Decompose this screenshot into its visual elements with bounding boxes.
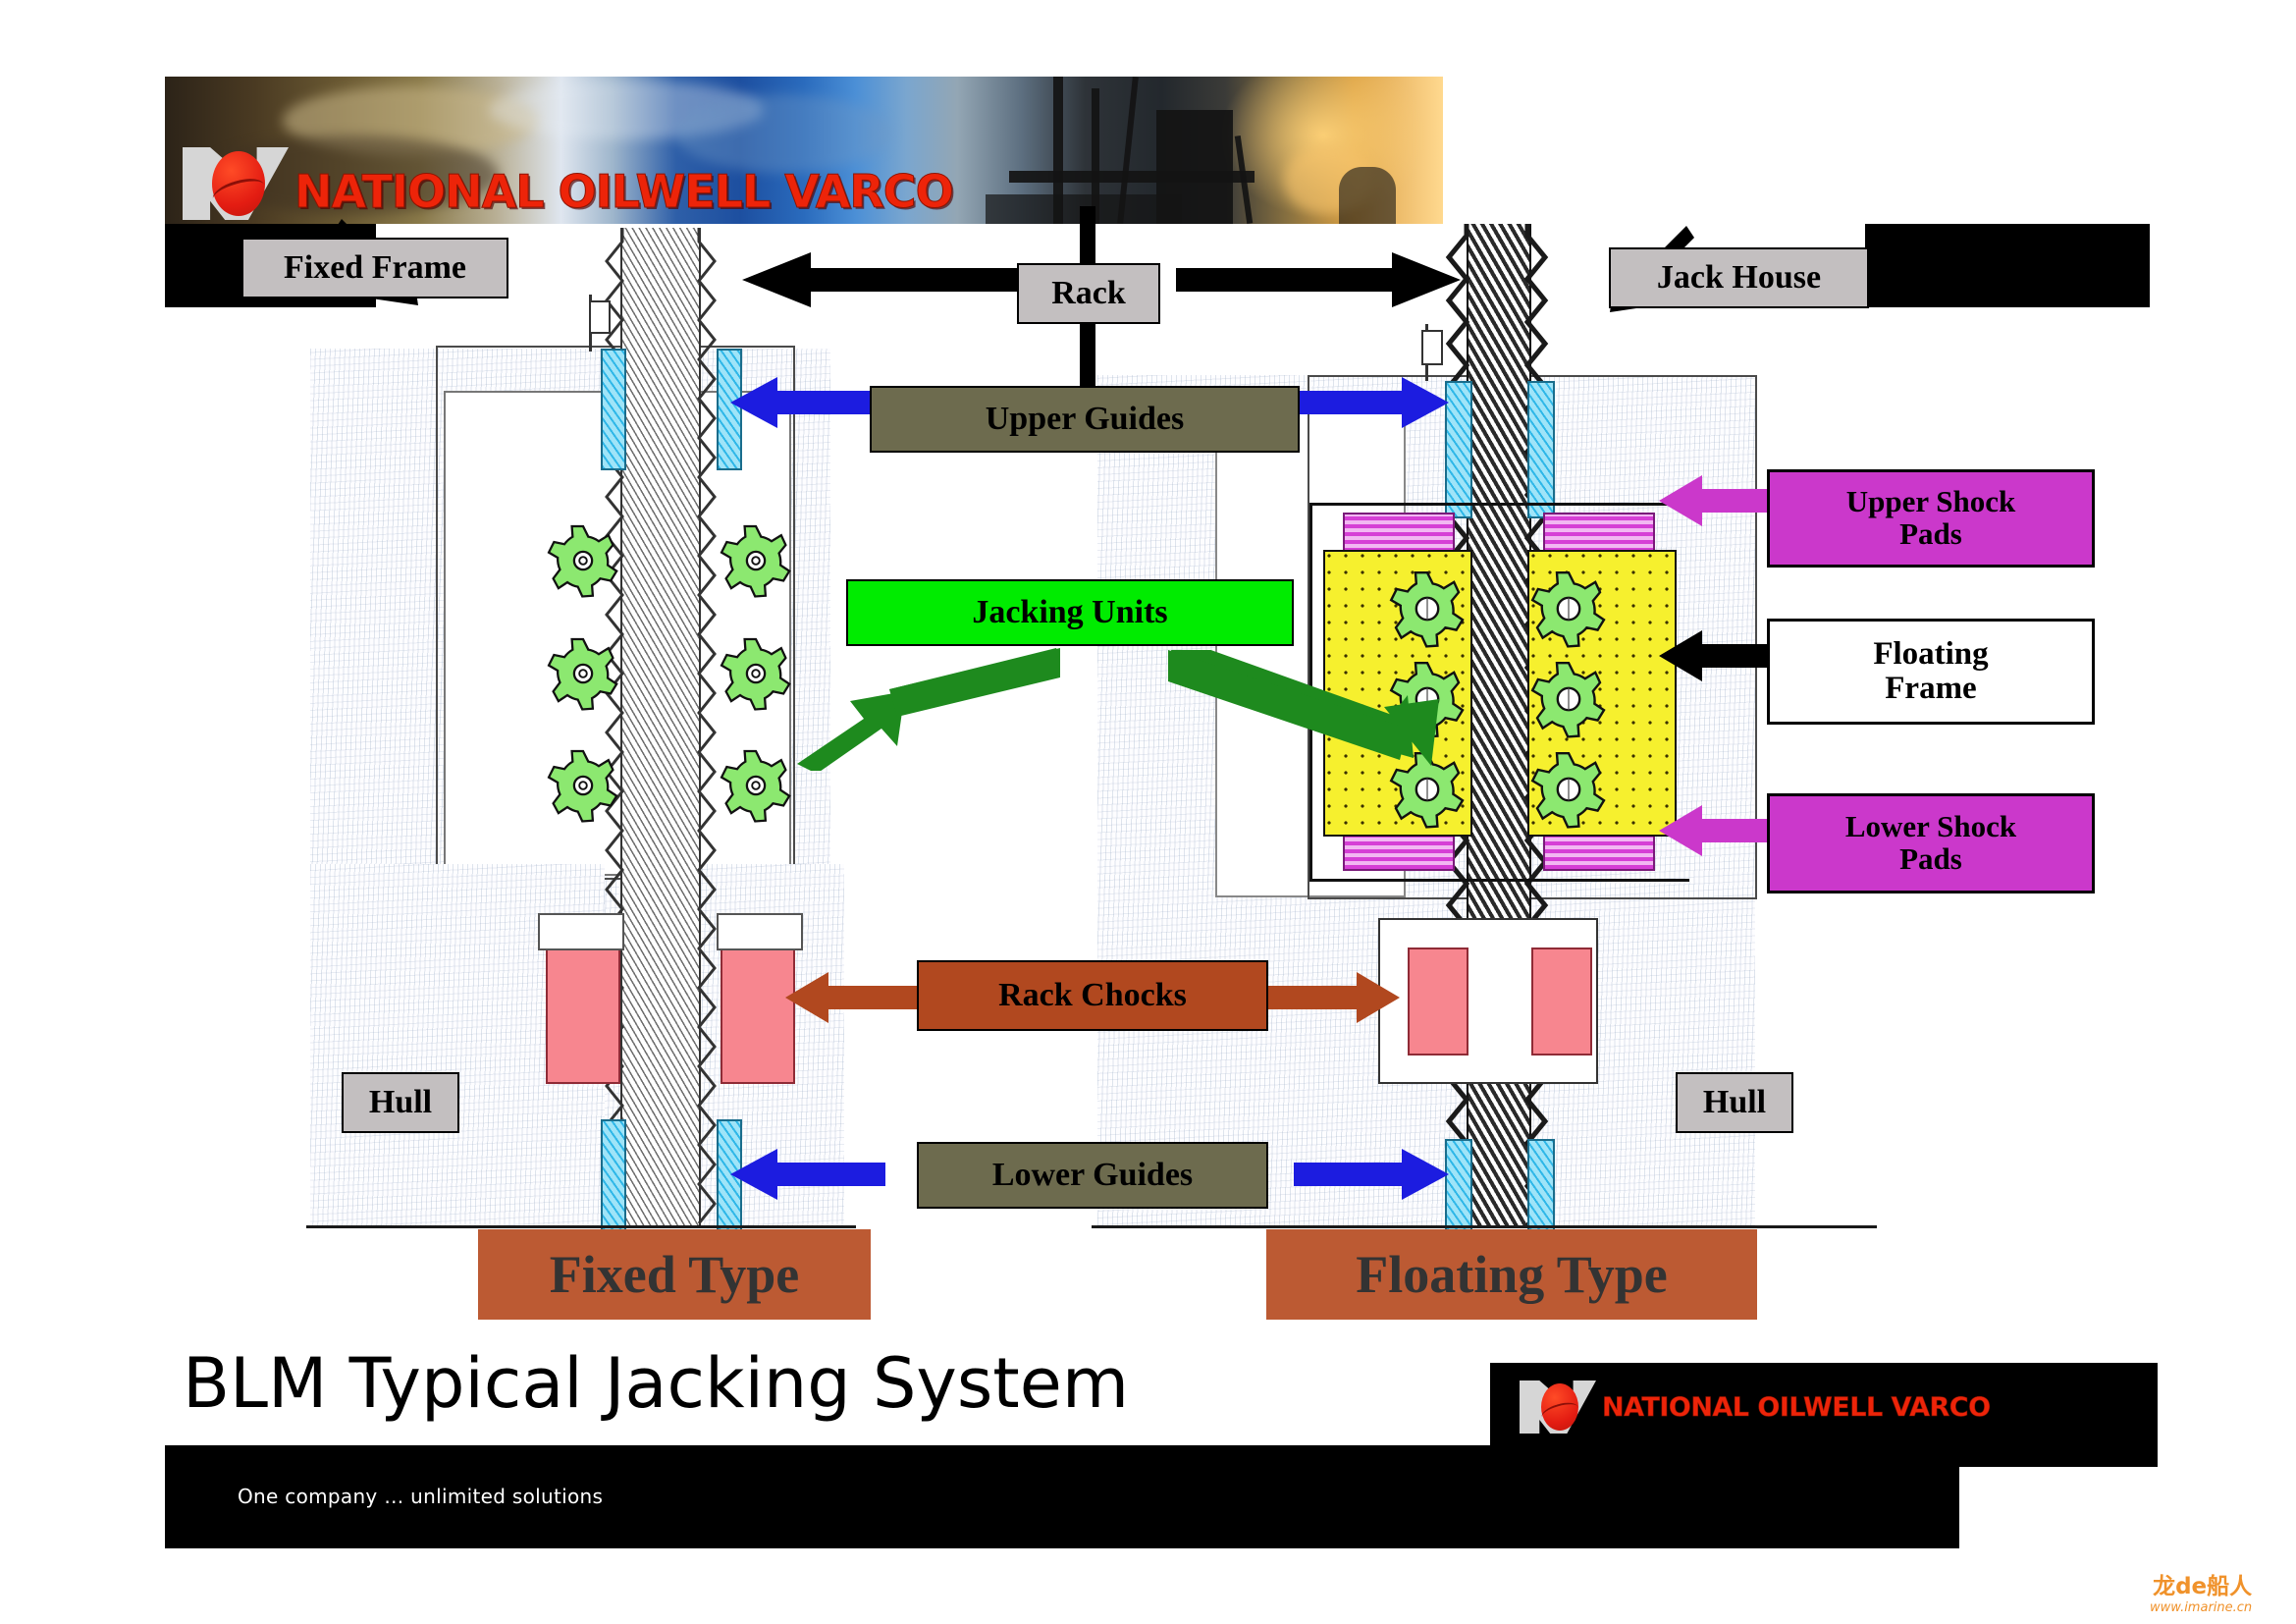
label-floating-frame-line1: Floating [1873, 636, 1989, 673]
rack-arrow-left [742, 252, 1027, 307]
floating-upper-guide-left [1445, 381, 1472, 518]
rack-chocks-arrow-right [1260, 972, 1400, 1023]
header-banner: NATIONAL OILWELL VARCO [165, 77, 1443, 224]
black-backdrop-right [1865, 224, 2150, 307]
banner-fixed-type: Fixed Type [478, 1229, 871, 1320]
gear-fixed-l3 [547, 749, 618, 823]
label-fixed-frame[interactable]: Fixed Frame [241, 238, 508, 298]
lower-shock-pads-arrow [1659, 805, 1777, 856]
nov-logo-header: NATIONAL OILWELL VARCO [183, 139, 955, 220]
label-floating-frame[interactable]: Floating Frame [1767, 619, 2095, 725]
label-rack-chocks[interactable]: Rack Chocks [917, 960, 1268, 1031]
label-jacking-units-text: Jacking Units [972, 593, 1168, 630]
label-hull-right[interactable]: Hull [1676, 1072, 1793, 1133]
label-jack-house-text: Jack House [1656, 258, 1822, 296]
label-fixed-frame-text: Fixed Frame [284, 248, 466, 286]
nov-logo-footer: NATIONAL OILWELL VARCO [1520, 1375, 1991, 1439]
banner-fixed-type-text: Fixed Type [549, 1245, 800, 1304]
fixed-upper-guide-left [601, 349, 626, 470]
label-rack[interactable]: Rack [1017, 263, 1160, 324]
upper-shock-pads-arrow [1659, 475, 1777, 526]
gear-fixed-l1 [547, 524, 618, 598]
banner-floating-type: Floating Type [1266, 1229, 1757, 1320]
label-jack-house[interactable]: Jack House [1609, 247, 1869, 308]
label-lower-guides-text: Lower Guides [991, 1156, 1194, 1193]
gear-fixed-l2 [547, 637, 618, 711]
page-title: BLM Typical Jacking System [183, 1343, 1130, 1424]
label-hull-right-text: Hull [1702, 1083, 1767, 1120]
label-floating-frame-line2: Frame [1885, 671, 1977, 706]
label-upper-guides[interactable]: Upper Guides [870, 386, 1300, 453]
gear-fixed-r1 [720, 524, 791, 598]
jacking-units-arrow-left [797, 648, 1060, 771]
gear-float-r2 [1530, 662, 1606, 738]
nov-globe-logo-footer-icon [1520, 1380, 1596, 1434]
rack-chocks-arrow-left [785, 972, 925, 1023]
label-upper-guides-text: Upper Guides [985, 400, 1185, 437]
label-upper-shock-pads-line2: Pads [1899, 516, 1962, 551]
footer-tagline: One company … unlimited solutions [238, 1485, 604, 1508]
gear-fixed-r3 [720, 749, 791, 823]
nov-globe-logo-icon [183, 147, 289, 220]
label-lower-shock-pads-line1: Lower Shock [1844, 809, 2017, 844]
watermark-url: www.imarine.cn [2150, 1600, 2253, 1615]
label-rack-chocks-text: Rack Chocks [998, 976, 1187, 1013]
floating-rack-chock-left [1408, 947, 1468, 1056]
label-hull-left[interactable]: Hull [342, 1072, 459, 1133]
nov-wordmark: NATIONAL OILWELL VARCO [294, 165, 955, 218]
label-rack-text: Rack [1051, 274, 1126, 311]
fixed-rack-chock-left [546, 943, 620, 1084]
jacking-units-arrow-right [1168, 650, 1439, 766]
rack-stem-bottom [1080, 316, 1095, 387]
fixed-rack-chock-right [721, 943, 795, 1084]
rack-arrow-right [1176, 252, 1461, 307]
floating-lower-guide-left [1445, 1139, 1472, 1231]
floating-frame-arrow [1659, 630, 1777, 681]
lower-guides-arrow-right [1294, 1149, 1449, 1200]
gear-fixed-r2 [720, 637, 791, 711]
label-upper-shock-pads-line1: Upper Shock [1845, 484, 2016, 519]
nov-wordmark-footer: NATIONAL OILWELL VARCO [1602, 1391, 1992, 1423]
label-lower-shock-pads-line2: Pads [1899, 841, 1962, 876]
gear-float-l1 [1389, 571, 1465, 648]
floating-hull-deck-line [1092, 1225, 1877, 1228]
fixed-chock-housing-right [717, 913, 803, 950]
banner-floating-type-text: Floating Type [1356, 1245, 1668, 1304]
label-lower-guides[interactable]: Lower Guides [917, 1142, 1268, 1209]
fixed-chock-housing-left [538, 913, 624, 950]
rack-stem-top [1080, 206, 1095, 265]
label-upper-shock-pads[interactable]: Upper Shock Pads [1767, 469, 2095, 568]
upper-guides-arrow-right [1294, 377, 1449, 428]
label-lower-shock-pads[interactable]: Lower Shock Pads [1767, 793, 2095, 893]
watermark: 龙de船人 www.imarine.cn [2150, 1567, 2252, 1615]
fixed-lower-guide-left [601, 1119, 626, 1231]
fixed-bracket-plate [589, 300, 611, 334]
label-hull-left-text: Hull [368, 1083, 433, 1120]
gear-float-r1 [1530, 571, 1606, 648]
lower-guides-arrow-left [730, 1149, 885, 1200]
fixed-hull-deck-line [306, 1225, 856, 1228]
gear-float-r3 [1530, 752, 1606, 829]
floating-rack-chock-right [1531, 947, 1592, 1056]
floating-lower-guide-right [1527, 1139, 1555, 1231]
upper-guides-arrow-left [730, 377, 885, 428]
label-jacking-units[interactable]: Jacking Units [846, 579, 1294, 646]
watermark-name: 龙de船人 [2153, 1574, 2253, 1599]
floating-upper-guide-right [1527, 381, 1555, 518]
floating-bracket-plate [1421, 330, 1443, 365]
